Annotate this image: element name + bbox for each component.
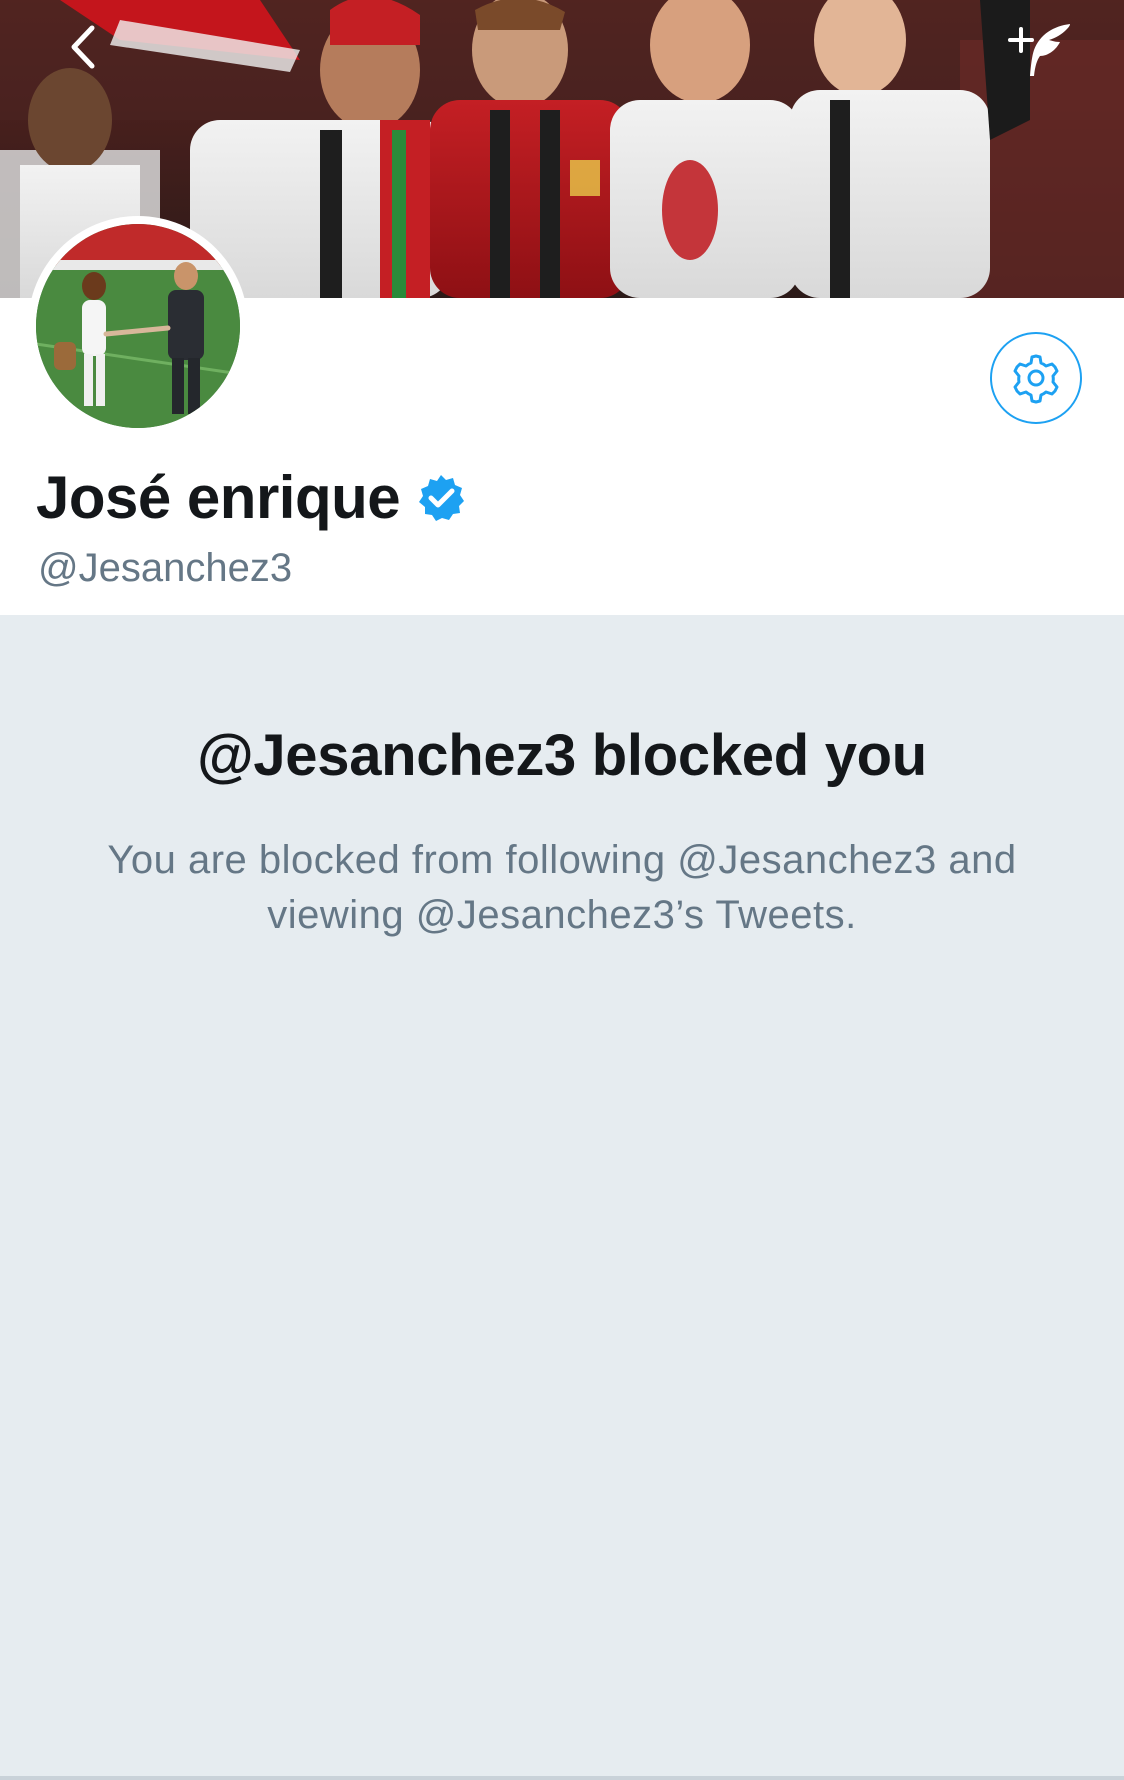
settings-button[interactable] xyxy=(990,332,1082,424)
compose-tweet-button[interactable] xyxy=(1004,20,1076,82)
display-name: José enrique xyxy=(36,464,401,531)
gear-icon xyxy=(1013,354,1059,404)
profile-handle: @Jesanchez3 xyxy=(38,546,293,590)
chevron-left-icon xyxy=(71,25,95,69)
blocked-message: You are blocked from following @Jesanche… xyxy=(107,838,1017,937)
name-row: José enrique xyxy=(36,462,466,534)
profile-screen: José enrique @Jesanchez3 @Jesanchez3 blo… xyxy=(0,0,1124,1780)
avatar-photo xyxy=(36,224,240,428)
avatar[interactable] xyxy=(28,216,248,436)
bottom-divider xyxy=(0,1776,1124,1780)
blocked-notice-panel: @Jesanchez3 blocked you You are blocked … xyxy=(0,615,1124,1775)
back-button[interactable] xyxy=(62,22,106,72)
verified-badge-icon xyxy=(416,473,466,523)
compose-tweet-icon xyxy=(1008,24,1070,76)
blocked-title: @Jesanchez3 blocked you xyxy=(197,723,927,788)
